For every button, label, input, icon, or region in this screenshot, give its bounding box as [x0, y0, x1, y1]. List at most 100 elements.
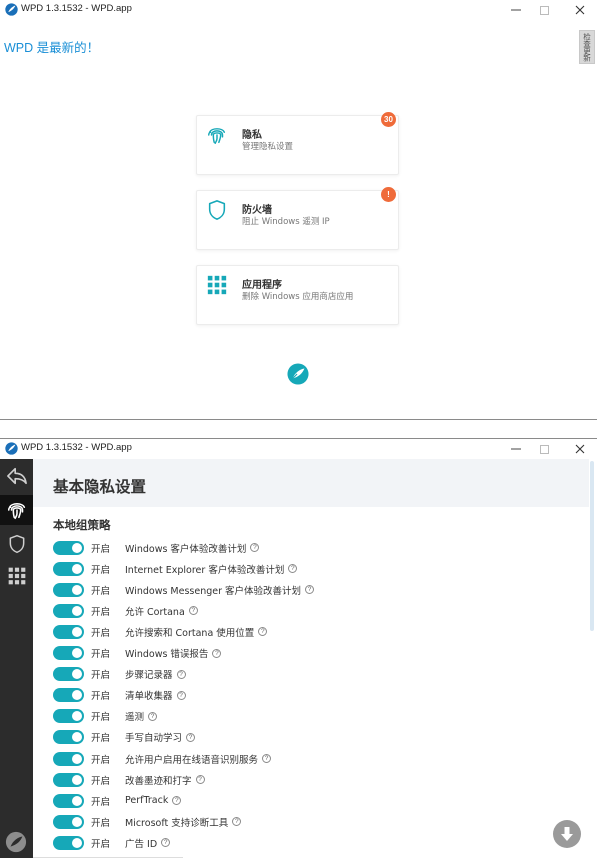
- toggle-state-label: 开启: [91, 543, 111, 555]
- app-logo-icon: [5, 831, 27, 853]
- count-badge: 30: [381, 112, 396, 127]
- fingerprint-icon: [208, 128, 226, 144]
- toggle-state-label: 开启: [91, 606, 111, 618]
- apps-grid-icon: [207, 275, 227, 295]
- policy-row: 开启 允许用户启用在线语音识别服务?: [53, 750, 573, 767]
- policy-toggle[interactable]: [53, 603, 84, 618]
- card-title: 防火墙: [242, 205, 272, 216]
- help-icon[interactable]: ?: [232, 817, 242, 827]
- policy-label: 允许 Cortana: [125, 606, 185, 618]
- scroll-down-button[interactable]: [553, 820, 581, 848]
- title-bar[interactable]: WPD 1.3.1532 - WPD.app: [0, 439, 597, 459]
- policy-label: 允许用户启用在线语音识别服务: [125, 754, 259, 766]
- help-icon[interactable]: ?: [262, 754, 272, 763]
- policy-row: 开启 改善墨迹和打字?: [53, 771, 573, 788]
- toggle-state-label: 开启: [91, 564, 111, 576]
- help-icon[interactable]: ?: [258, 627, 268, 637]
- help-icon[interactable]: ?: [176, 669, 186, 679]
- title-bar[interactable]: WPD 1.3.1532 - WPD.app: [0, 0, 597, 20]
- policy-toggle[interactable]: [53, 646, 84, 660]
- policy-row: 开启 Windows Messenger 客户体验改善计划?: [53, 581, 573, 598]
- toggle-state-label: 开启: [91, 627, 111, 639]
- toggle-state-label: 开启: [91, 775, 111, 787]
- help-icon[interactable]: ?: [195, 775, 205, 785]
- arrow-down-icon: [561, 827, 573, 841]
- nav-privacy[interactable]: [0, 495, 33, 525]
- policy-toggle[interactable]: [53, 561, 84, 576]
- card-apps[interactable]: 应用程序 删除 Windows 应用商店应用: [196, 265, 399, 325]
- policy-toggle[interactable]: [53, 835, 84, 850]
- nav-apps[interactable]: [0, 561, 33, 591]
- help-icon[interactable]: ?: [186, 732, 196, 742]
- maximize-button[interactable]: [529, 439, 559, 459]
- toggle-state-label: 开启: [91, 649, 111, 660]
- privacy-window: WPD 1.3.1532 - WPD.app 基本隐私设置 本地组策略 开启 W…: [0, 438, 597, 858]
- policy-toggle[interactable]: [53, 688, 84, 703]
- help-icon[interactable]: ?: [176, 690, 186, 700]
- check-update-tab[interactable]: 检查更新: [579, 30, 595, 64]
- section-title: 本地组策略: [53, 518, 111, 532]
- policy-toggle[interactable]: [53, 667, 84, 682]
- settings-content[interactable]: 基本隐私设置 本地组策略 开启 Windows 客户体验改善计划? 开启 Intern…: [33, 459, 597, 858]
- nav-firewall[interactable]: [0, 529, 33, 559]
- help-icon[interactable]: ?: [148, 711, 158, 721]
- policy-toggle[interactable]: [53, 540, 84, 555]
- policy-label: 手写自动学习: [125, 733, 183, 745]
- page-title: 基本隐私设置: [53, 478, 147, 496]
- policy-label: Internet Explorer 客户体验改善计划: [125, 564, 285, 576]
- policy-toggle[interactable]: [53, 582, 84, 597]
- maximize-icon: [539, 5, 549, 15]
- app-logo-icon: [287, 363, 309, 385]
- help-icon[interactable]: ?: [161, 838, 171, 848]
- window-gap: [0, 420, 597, 438]
- policy-toggle[interactable]: [53, 624, 84, 639]
- policy-label: Microsoft 支持诊断工具: [125, 817, 229, 829]
- policy-label: PerfTrack: [125, 795, 169, 807]
- policy-label: 遥测: [125, 712, 145, 724]
- back-arrow-icon: [6, 467, 27, 485]
- toggle-state-label: 开启: [91, 754, 111, 766]
- policy-row: 开启 遥测?: [53, 708, 573, 725]
- toggle-state-label: 开启: [91, 670, 111, 682]
- maximize-icon: [539, 444, 549, 454]
- policy-toggle[interactable]: [53, 772, 84, 787]
- card-privacy[interactable]: 隐私 管理隐私设置 30: [196, 112, 399, 175]
- close-button[interactable]: [565, 439, 595, 459]
- help-icon[interactable]: ?: [288, 564, 298, 574]
- card-title: 隐私: [242, 130, 262, 141]
- close-button[interactable]: [565, 0, 595, 20]
- policy-toggle[interactable]: [53, 814, 84, 829]
- card-subtitle: 删除 Windows 应用商店应用: [242, 292, 354, 302]
- policy-toggle[interactable]: [53, 751, 84, 766]
- policy-row: 开启 步骤记录器?: [53, 666, 573, 683]
- maximize-button[interactable]: [529, 0, 559, 20]
- minimize-button[interactable]: [501, 0, 531, 20]
- window-title: WPD 1.3.1532 - WPD.app: [21, 3, 132, 14]
- close-icon: [575, 444, 585, 454]
- up-to-date-status: WPD 是最新的！: [4, 41, 100, 55]
- card-subtitle: 阻止 Windows 遥测 IP: [242, 217, 330, 227]
- help-icon[interactable]: ?: [250, 543, 260, 552]
- minimize-button[interactable]: [501, 439, 531, 459]
- policy-toggle[interactable]: [53, 709, 84, 724]
- back-button[interactable]: [0, 461, 33, 491]
- policy-label: 步骤记录器: [125, 670, 173, 682]
- minimize-icon: [511, 9, 521, 11]
- help-icon[interactable]: ?: [212, 648, 222, 658]
- side-navigation: [0, 459, 33, 858]
- help-icon[interactable]: ?: [188, 606, 198, 616]
- help-icon[interactable]: ?: [305, 585, 315, 595]
- policy-label: 清单收集器: [125, 691, 173, 703]
- window-title: WPD 1.3.1532 - WPD.app: [21, 442, 132, 453]
- policy-toggle[interactable]: [53, 793, 84, 808]
- policy-toggle[interactable]: [53, 730, 84, 745]
- policy-label: Windows 错误报告: [125, 649, 209, 660]
- policy-label: Windows Messenger 客户体验改善计划: [125, 585, 302, 597]
- app-logo-icon: [5, 3, 18, 16]
- shield-icon: [208, 200, 226, 220]
- apps-grid-icon: [8, 567, 25, 585]
- vertical-scrollbar[interactable]: [590, 461, 594, 631]
- card-firewall[interactable]: 防火墙 阻止 Windows 遥测 IP !: [196, 187, 399, 250]
- alert-badge: !: [381, 187, 396, 202]
- help-icon[interactable]: ?: [172, 796, 182, 806]
